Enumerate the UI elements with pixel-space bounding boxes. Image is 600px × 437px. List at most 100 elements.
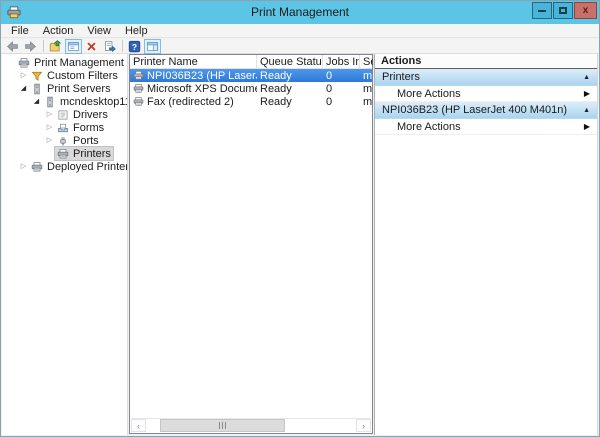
expander-icon[interactable]: ▷ [44, 108, 55, 121]
server-name: m [363, 82, 373, 95]
jobs-in-queue: 0 [326, 95, 333, 108]
actions-pane-title: Actions [375, 54, 597, 69]
app-printer-icon [6, 5, 22, 20]
maximize-button[interactable] [553, 2, 573, 19]
export-list-icon[interactable] [101, 39, 118, 54]
menu-view[interactable]: View [80, 25, 118, 37]
queue-status: Ready [260, 82, 292, 95]
collapse-arrow-icon[interactable]: ▲ [583, 74, 590, 81]
action-more-actions[interactable]: More Actions ▶ [375, 119, 597, 135]
tree-item-label: Custom Filters [47, 69, 118, 82]
table-row[interactable]: NPI036B23 (HP LaserJet 400 M4... Ready 0… [130, 69, 372, 82]
submenu-arrow-icon: ▶ [583, 89, 590, 98]
expander-icon[interactable]: ▷ [44, 121, 55, 134]
printer-icon [133, 83, 145, 94]
action-section-title: NPI036B23 (HP LaserJet 400 M401n) [382, 104, 568, 116]
tree-item-drivers[interactable]: ▷ Drivers [2, 108, 127, 121]
drivers-icon [57, 109, 70, 121]
tree-item-label: Printers [73, 147, 111, 160]
column-header-printer-name[interactable]: Printer Name [130, 55, 257, 68]
server-icon [44, 96, 57, 108]
table-row[interactable]: Fax (redirected 2) Ready 0 m [130, 95, 372, 108]
expander-icon[interactable]: ◢ [31, 95, 42, 108]
close-button[interactable]: x [574, 2, 597, 19]
jobs-in-queue: 0 [326, 82, 333, 95]
tree-item-print-management[interactable]: Print Management [2, 56, 127, 69]
action-more-actions[interactable]: More Actions ▶ [375, 86, 597, 102]
scroll-right-button[interactable]: › [356, 419, 371, 432]
expander-icon[interactable]: ▷ [18, 160, 29, 173]
forms-icon [57, 122, 70, 134]
toolbar: ? [1, 38, 599, 54]
jobs-in-queue: 0 [326, 69, 333, 82]
printer-icon [57, 148, 70, 160]
menu-help[interactable]: Help [118, 25, 155, 37]
server-icon [31, 83, 44, 95]
export-folder-icon[interactable] [47, 39, 64, 54]
print-management-window: Print Management x File Action View Help ? … [0, 0, 600, 437]
column-header-queue-status[interactable]: Queue Status [257, 55, 323, 68]
expander-icon[interactable]: ▷ [44, 134, 55, 147]
forward-arrow-icon[interactable] [22, 39, 39, 54]
tree-item-custom-filters[interactable]: ▷ Custom Filters [2, 69, 127, 82]
window-title: Print Management [250, 5, 350, 19]
help-icon[interactable]: ? [126, 39, 143, 54]
column-header-se[interactable]: Se [360, 55, 374, 68]
tree-item-label: Deployed Printers [47, 160, 128, 173]
action-section-printers: Printers ▲ More Actions ▶ [375, 69, 597, 102]
collapse-arrow-icon[interactable]: ▲ [583, 107, 590, 114]
back-arrow-icon[interactable] [4, 39, 21, 54]
expander-icon[interactable]: ▷ [18, 69, 29, 82]
tree-item-label: Forms [73, 121, 105, 134]
svg-text:?: ? [132, 41, 137, 51]
printer-icon [18, 57, 31, 69]
tree-item-mcndesktop11-local[interactable]: ◢ mcndesktop11 (local) [2, 95, 127, 108]
tree-item-ports[interactable]: ▷ Ports [2, 134, 127, 147]
queue-status: Ready [260, 95, 292, 108]
scrollbar-thumb[interactable] [160, 419, 285, 432]
delete-icon[interactable] [83, 39, 100, 54]
action-section-npi036b23-hp-laserjet-400-m401n: NPI036B23 (HP LaserJet 400 M401n) ▲ More… [375, 102, 597, 135]
ports-icon [57, 135, 70, 147]
toolbar-separator [43, 40, 44, 52]
tree-item-printers[interactable]: Printers [2, 146, 127, 161]
action-section-header[interactable]: Printers ▲ [375, 69, 597, 86]
printer-name: NPI036B23 (HP LaserJet 400 M4... [147, 69, 257, 82]
printer-icon [133, 96, 145, 107]
action-item-label: More Actions [397, 87, 461, 100]
server-name: m [363, 69, 373, 82]
show-action-pane-icon[interactable] [144, 38, 161, 54]
tree-item-label: Print Servers [47, 82, 111, 95]
table-row[interactable]: Microsoft XPS Document Writer Ready 0 m [130, 82, 372, 95]
maximize-icon [559, 7, 567, 14]
tree-item-label: Ports [73, 134, 99, 147]
menu-action[interactable]: Action [36, 25, 81, 37]
scrollbar-track[interactable] [146, 419, 356, 432]
column-header-jobs-in[interactable]: Jobs In ... [323, 55, 360, 68]
tree-item-forms[interactable]: ▷ Forms [2, 121, 127, 134]
toolbar-separator [122, 40, 123, 52]
horizontal-scrollbar[interactable]: ‹ › [131, 418, 371, 432]
titlebar[interactable]: Print Management x [1, 1, 599, 24]
menu-file[interactable]: File [4, 25, 36, 37]
printer-name: Fax (redirected 2) [147, 95, 234, 108]
show-hide-console-tree-icon[interactable] [65, 38, 82, 54]
server-name: m [363, 95, 373, 108]
scroll-left-button[interactable]: ‹ [131, 419, 146, 432]
expander-icon[interactable]: ◢ [18, 82, 29, 95]
list-column-headers: Printer NameQueue StatusJobs In ...Se [130, 55, 374, 69]
tree-item-label: mcndesktop11 (local) [60, 95, 128, 108]
queue-status: Ready [260, 69, 292, 82]
tree-item-deployed-printers[interactable]: ▷ Deployed Printers [2, 160, 127, 173]
tree-item-label: Print Management [34, 56, 124, 69]
action-item-label: More Actions [397, 120, 461, 133]
printer-name: Microsoft XPS Document Writer [147, 82, 257, 95]
printer-icon [133, 70, 145, 81]
tree-item-print-servers[interactable]: ◢ Print Servers [2, 82, 127, 95]
action-section-header[interactable]: NPI036B23 (HP LaserJet 400 M401n) ▲ [375, 102, 597, 119]
minimize-button[interactable] [532, 2, 552, 19]
menubar: File Action View Help [1, 24, 599, 38]
minimize-icon [538, 9, 546, 12]
printer-icon [31, 161, 44, 173]
actions-pane: Actions Printers ▲ More Actions ▶ NPI036B… [374, 54, 598, 435]
